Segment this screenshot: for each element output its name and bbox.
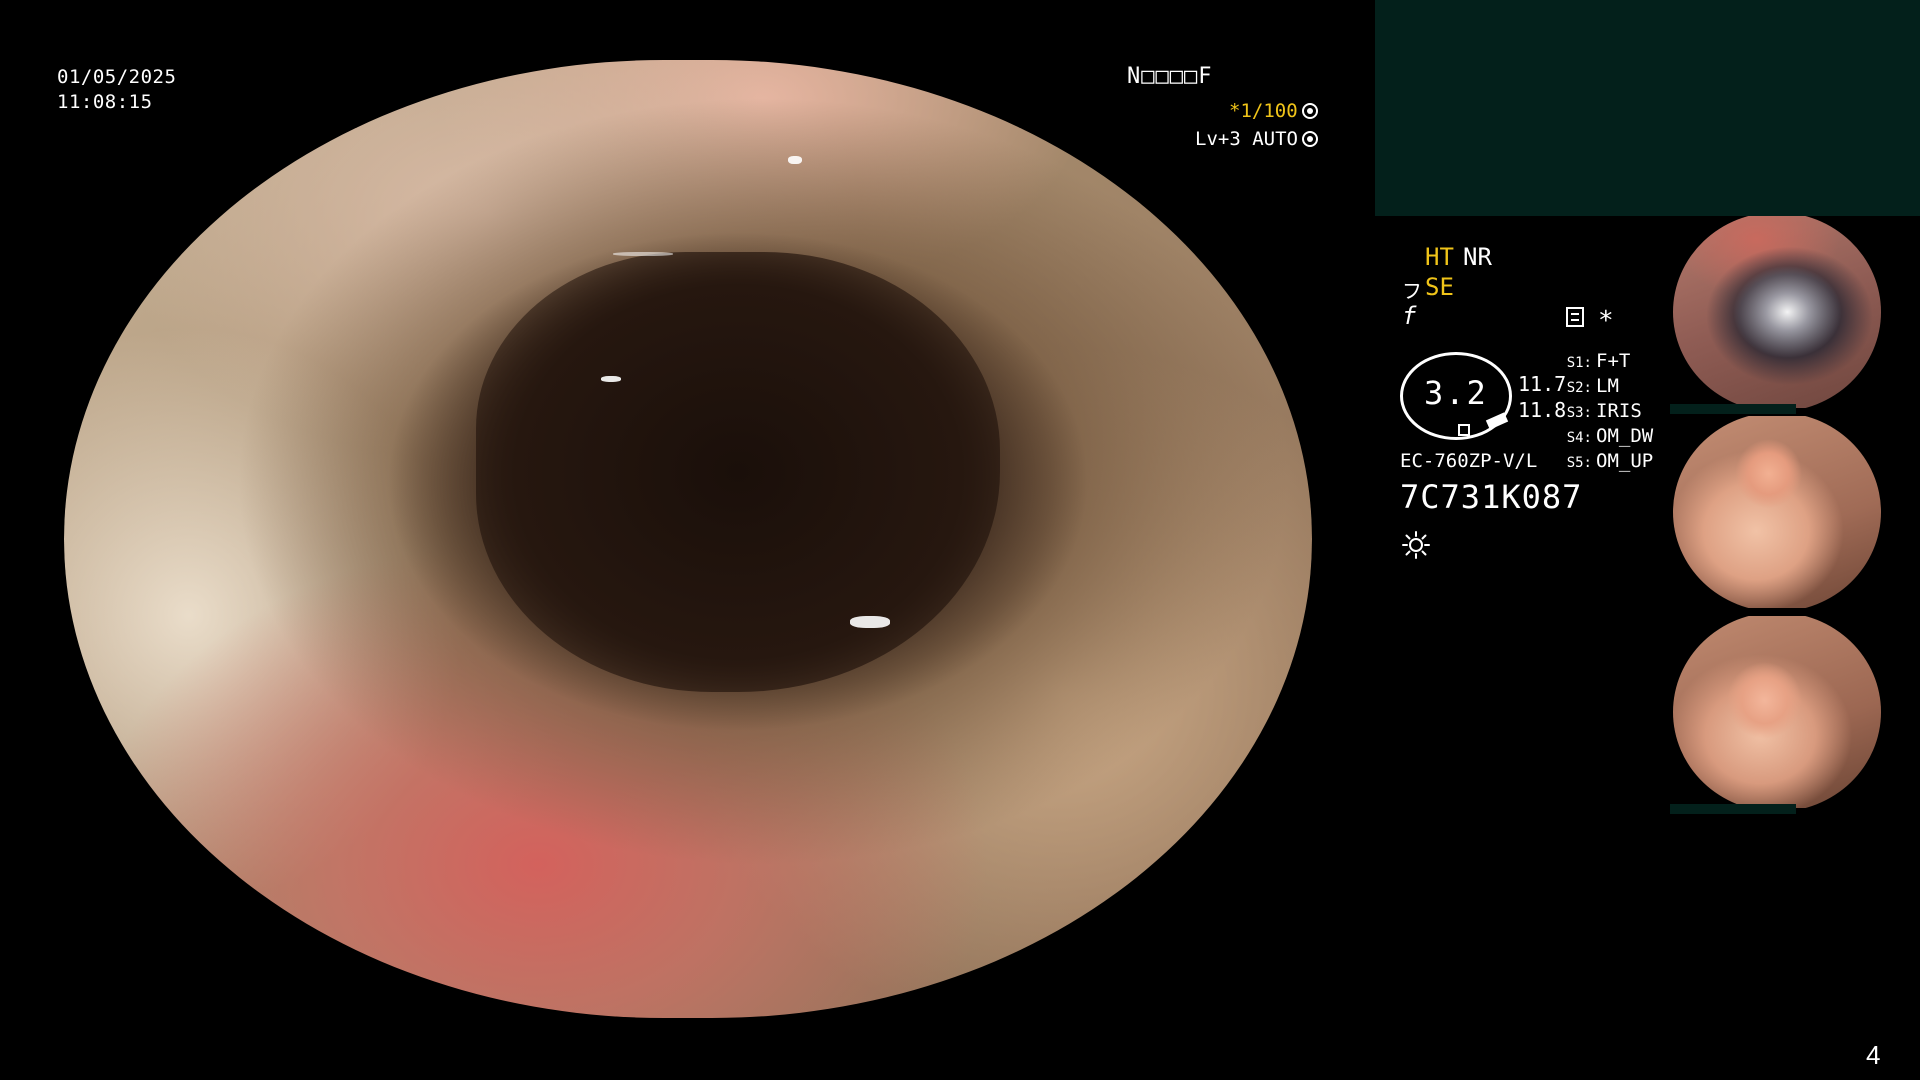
ht-label: HT xyxy=(1425,243,1454,271)
switch-row: S3: IRIS xyxy=(1566,400,1642,422)
se-label: SE xyxy=(1425,273,1454,301)
switch-key: S2: xyxy=(1566,380,1592,396)
scope-model: EC-760ZP-V/L xyxy=(1400,450,1538,472)
freeze-icon: f xyxy=(1402,302,1417,330)
switch-value: OM_DW xyxy=(1596,425,1654,447)
value-lower: 11.8 xyxy=(1518,398,1567,422)
glare-spot xyxy=(600,376,621,383)
structure-enhance-icon: フ xyxy=(1402,279,1422,303)
switch-value: LM xyxy=(1596,375,1619,397)
glare-spot xyxy=(850,615,891,628)
switch-row: S4: OM_DW xyxy=(1566,425,1654,447)
switch-key: S3: xyxy=(1566,405,1592,421)
target-icon xyxy=(1301,131,1318,147)
mode-indicator: N□□□□F xyxy=(1127,64,1213,89)
level-indicator: Lv+3 AUTO xyxy=(1195,128,1318,150)
nr-label: NR xyxy=(1463,243,1492,271)
capture-thumbnail[interactable] xyxy=(1673,616,1881,808)
exam-time: 11:08:15 xyxy=(57,91,153,113)
switch-key: S5: xyxy=(1566,455,1592,471)
switch-value: OM_UP xyxy=(1596,450,1654,472)
switch-key: S1: xyxy=(1566,355,1592,371)
switch-key: S4: xyxy=(1566,430,1592,446)
level-text: Lv+3 AUTO xyxy=(1195,128,1298,150)
shutter-icon xyxy=(1301,103,1318,119)
switch-row: S5: OM_UP xyxy=(1566,450,1654,472)
switch-value: F+T xyxy=(1596,350,1631,372)
exam-date: 01/05/2025 xyxy=(57,66,177,88)
serial-number: 7C731K087 xyxy=(1400,478,1583,516)
thumbnail-strip xyxy=(1670,404,1796,414)
switch-value: IRIS xyxy=(1596,400,1642,422)
lumen-shadow xyxy=(475,251,1000,693)
zoom-text: *1/100 xyxy=(1229,100,1298,122)
capture-thumbnail[interactable] xyxy=(1673,216,1881,408)
value-upper: 11.7 xyxy=(1518,372,1567,396)
asterisk-icon: * xyxy=(1598,306,1614,336)
record-icon xyxy=(1566,307,1584,327)
zoom-indicator: *1/100 xyxy=(1229,100,1318,122)
capture-thumbnail[interactable] xyxy=(1673,416,1881,608)
endoscope-main-view xyxy=(64,60,1312,1018)
gauge-square-icon xyxy=(1458,424,1470,436)
gauge-value: 3.2 xyxy=(1424,374,1488,412)
switch-row: S1: F+T xyxy=(1566,350,1631,372)
glare-spot xyxy=(787,155,802,164)
info-panel-header xyxy=(1375,0,1920,216)
light-icon xyxy=(1402,531,1430,559)
switch-row: S2: LM xyxy=(1566,375,1619,397)
page-number: 4 xyxy=(1866,1040,1881,1070)
thumbnail-strip xyxy=(1670,804,1796,814)
glare-spot xyxy=(613,251,674,256)
